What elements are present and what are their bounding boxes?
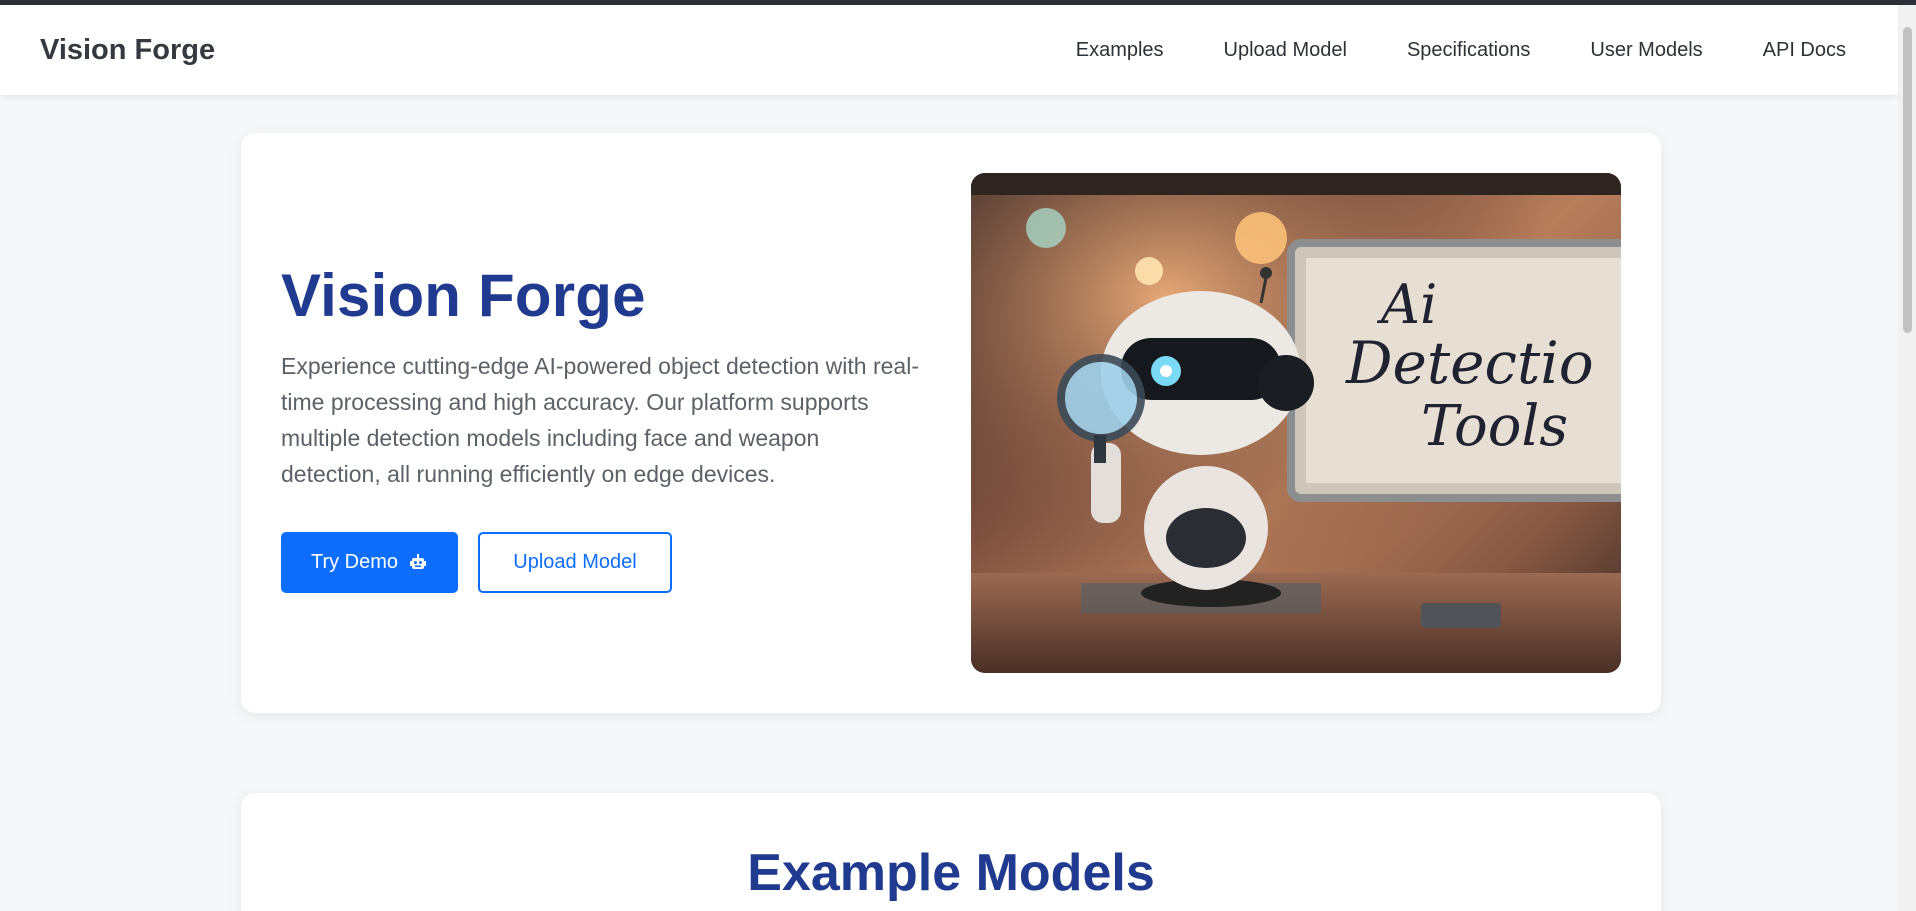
hero-text-block: Vision Forge Experience cutting-edge AI-… xyxy=(281,261,921,593)
hero-robot-image: Ai Detectio Tools xyxy=(971,173,1621,673)
brand-logo-text[interactable]: Vision Forge xyxy=(40,34,215,67)
try-demo-label: Try Demo xyxy=(310,551,399,573)
try-demo-button[interactable]: Try Demo xyxy=(281,532,458,593)
top-navbar: Vision Forge Examples Upload Model Speci… xyxy=(0,5,1898,95)
robot-illustration: Ai Detectio Tools xyxy=(971,173,1621,673)
board-text-line-1: Ai xyxy=(1376,273,1437,336)
nav-links: Examples Upload Model Specifications Use… xyxy=(1076,39,1858,62)
nav-link-examples[interactable]: Examples xyxy=(1076,39,1164,62)
board-text-line-3: Tools xyxy=(1421,394,1568,459)
nav-link-api-docs[interactable]: API Docs xyxy=(1763,39,1846,62)
example-models-section: Example Models xyxy=(241,793,1661,911)
hero-section: Vision Forge Experience cutting-edge AI-… xyxy=(241,133,1661,713)
board-text-line-2: Detectio xyxy=(1345,329,1594,397)
hero-description: Experience cutting-edge AI-powered objec… xyxy=(281,353,919,487)
page-scrollbar[interactable] xyxy=(1898,5,1916,911)
scrollbar-thumb[interactable] xyxy=(1903,27,1912,333)
hero-buttons: Try Demo Upload Model xyxy=(281,532,921,593)
example-models-title: Example Models xyxy=(747,844,1155,902)
hero-title: Vision Forge xyxy=(281,262,646,329)
nav-link-specifications[interactable]: Specifications xyxy=(1407,39,1530,62)
robot-icon xyxy=(408,553,428,573)
nav-link-upload-model[interactable]: Upload Model xyxy=(1224,39,1347,62)
nav-link-user-models[interactable]: User Models xyxy=(1590,39,1702,62)
upload-model-button[interactable]: Upload Model xyxy=(478,532,672,593)
